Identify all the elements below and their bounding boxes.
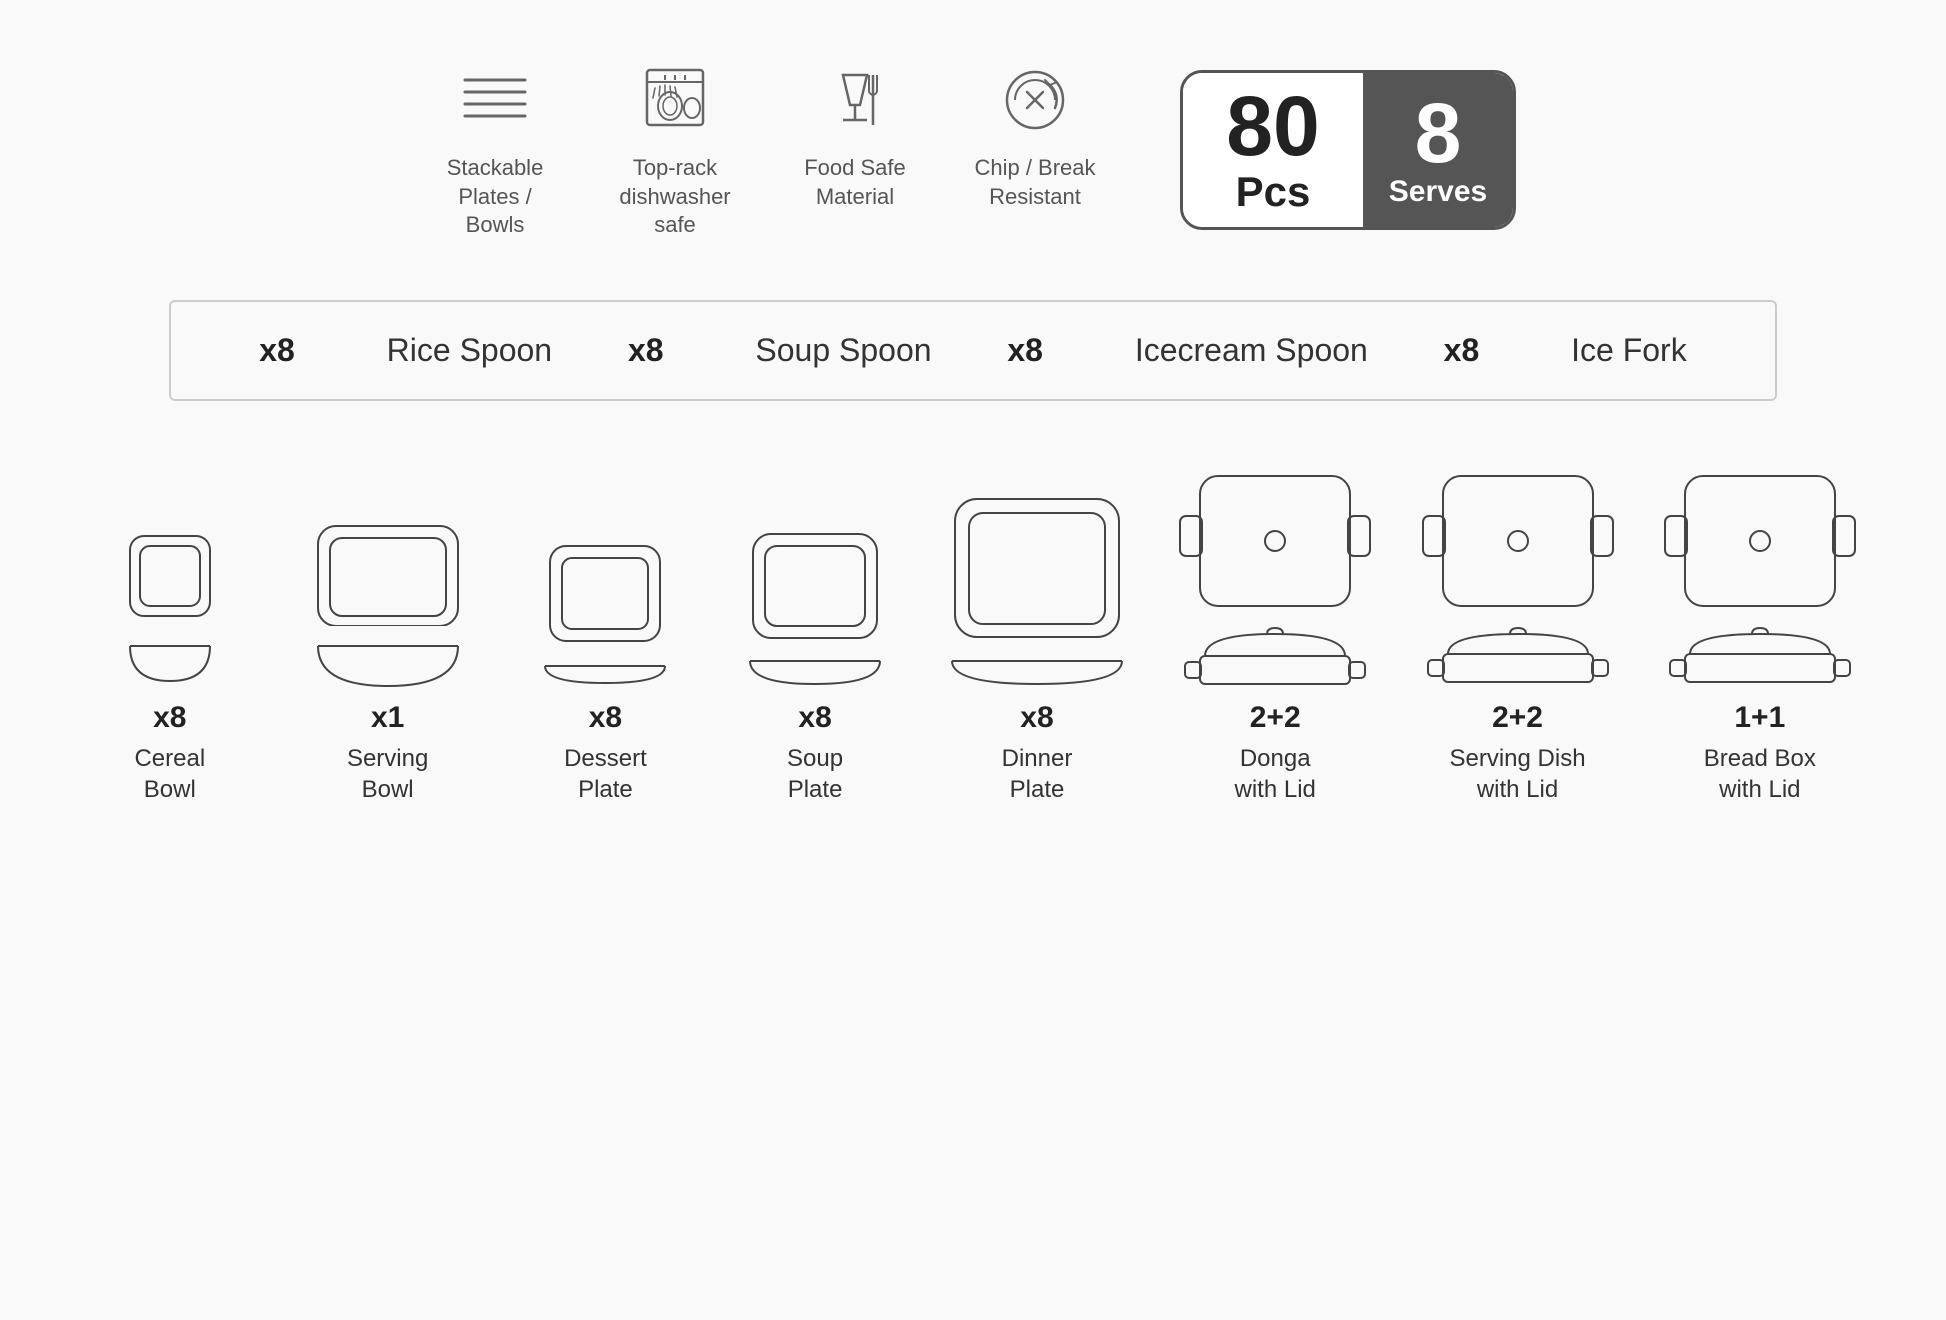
product-cereal-bowl: x8 Cereal Bowl — [80, 526, 260, 805]
product-dinner-plate: x8 Dinner Plate — [935, 491, 1139, 805]
products-grid: x8 Cereal Bowl x1 Serving Bowl — [80, 461, 1866, 805]
food-safe-label: Food Safe Material — [804, 154, 906, 211]
soup-spoon-count: x8 — [628, 332, 664, 369]
icecream-spoon-name: Icecream Spoon — [1135, 332, 1368, 369]
cereal-bowl-illustration — [115, 526, 225, 691]
pcs-label: Pcs — [1236, 168, 1311, 216]
dinner-plate-illustration — [947, 491, 1127, 691]
dessert-plate-qty: x8 — [589, 701, 622, 735]
feature-chip-break: Chip / Break Resistant — [970, 60, 1100, 211]
food-safe-icon — [815, 60, 895, 140]
page: Stackable Plates / Bowls — [0, 0, 1946, 1320]
soup-plate-name: Soup Plate — [787, 743, 843, 805]
soup-plate-qty: x8 — [798, 701, 831, 735]
cereal-bowl-qty: x8 — [153, 701, 186, 735]
dinner-plate-qty: x8 — [1020, 701, 1053, 735]
soup-plate-illustration — [745, 526, 885, 691]
dinner-plate-name: Dinner Plate — [1002, 743, 1073, 805]
product-donga: 2+2 Donga with Lid — [1169, 461, 1381, 805]
serving-dish-illustration — [1418, 461, 1618, 691]
dessert-plate-name: Dessert Plate — [564, 743, 647, 805]
serves-label: Serves — [1389, 175, 1487, 209]
product-serving-dish: 2+2 Serving Dish with Lid — [1411, 461, 1623, 805]
serves-number: 8 — [1415, 91, 1462, 175]
chip-break-icon — [995, 60, 1075, 140]
ice-fork-name: Ice Fork — [1571, 332, 1687, 369]
cereal-bowl-name: Cereal Bowl — [134, 743, 205, 805]
bread-box-illustration — [1660, 461, 1860, 691]
chip-break-label: Chip / Break Resistant — [974, 154, 1095, 211]
stackable-label: Stackable Plates / Bowls — [430, 154, 560, 240]
icecream-spoon-count: x8 — [1007, 332, 1043, 369]
dishwasher-icon — [635, 60, 715, 140]
donga-name: Donga with Lid — [1235, 743, 1316, 805]
product-bread-box: 1+1 Bread Box with Lid — [1654, 461, 1866, 805]
dishwasher-label: Top-rack dishwasher safe — [610, 154, 740, 240]
dessert-plate-illustration — [540, 536, 670, 691]
top-section: Stackable Plates / Bowls — [80, 60, 1866, 240]
ice-fork-count: x8 — [1444, 332, 1480, 369]
serving-bowl-qty: x1 — [371, 701, 404, 735]
serving-dish-name: Serving Dish with Lid — [1449, 743, 1585, 805]
pcs-number: 80 — [1226, 84, 1319, 168]
rice-spoon-count: x8 — [259, 332, 295, 369]
product-soup-plate: x8 Soup Plate — [725, 526, 905, 805]
stackable-icon — [455, 60, 535, 140]
serves-badge: 80 Pcs 8 Serves — [1180, 70, 1516, 230]
products-section: x8 Cereal Bowl x1 Serving Bowl — [80, 461, 1866, 805]
feature-food-safe: Food Safe Material — [790, 60, 920, 211]
serving-bowl-illustration — [308, 516, 468, 691]
serving-bowl-name: Serving Bowl — [347, 743, 428, 805]
donga-qty: 2+2 — [1250, 701, 1301, 735]
bread-box-name: Bread Box with Lid — [1704, 743, 1816, 805]
donga-illustration — [1175, 461, 1375, 691]
serves-section: 8 Serves — [1363, 73, 1513, 227]
product-dessert-plate: x8 Dessert Plate — [516, 536, 696, 805]
serving-dish-qty: 2+2 — [1492, 701, 1543, 735]
items-row: x8 Rice Spoon x8 Soup Spoon x8 Icecream … — [169, 300, 1776, 401]
feature-dishwasher: Top-rack dishwasher safe — [610, 60, 740, 240]
soup-spoon-name: Soup Spoon — [755, 332, 931, 369]
features-list: Stackable Plates / Bowls — [430, 60, 1100, 240]
rice-spoon-name: Rice Spoon — [387, 332, 552, 369]
bread-box-qty: 1+1 — [1734, 701, 1785, 735]
feature-stackable: Stackable Plates / Bowls — [430, 60, 560, 240]
product-serving-bowl: x1 Serving Bowl — [290, 516, 486, 805]
pcs-section: 80 Pcs — [1183, 73, 1363, 227]
